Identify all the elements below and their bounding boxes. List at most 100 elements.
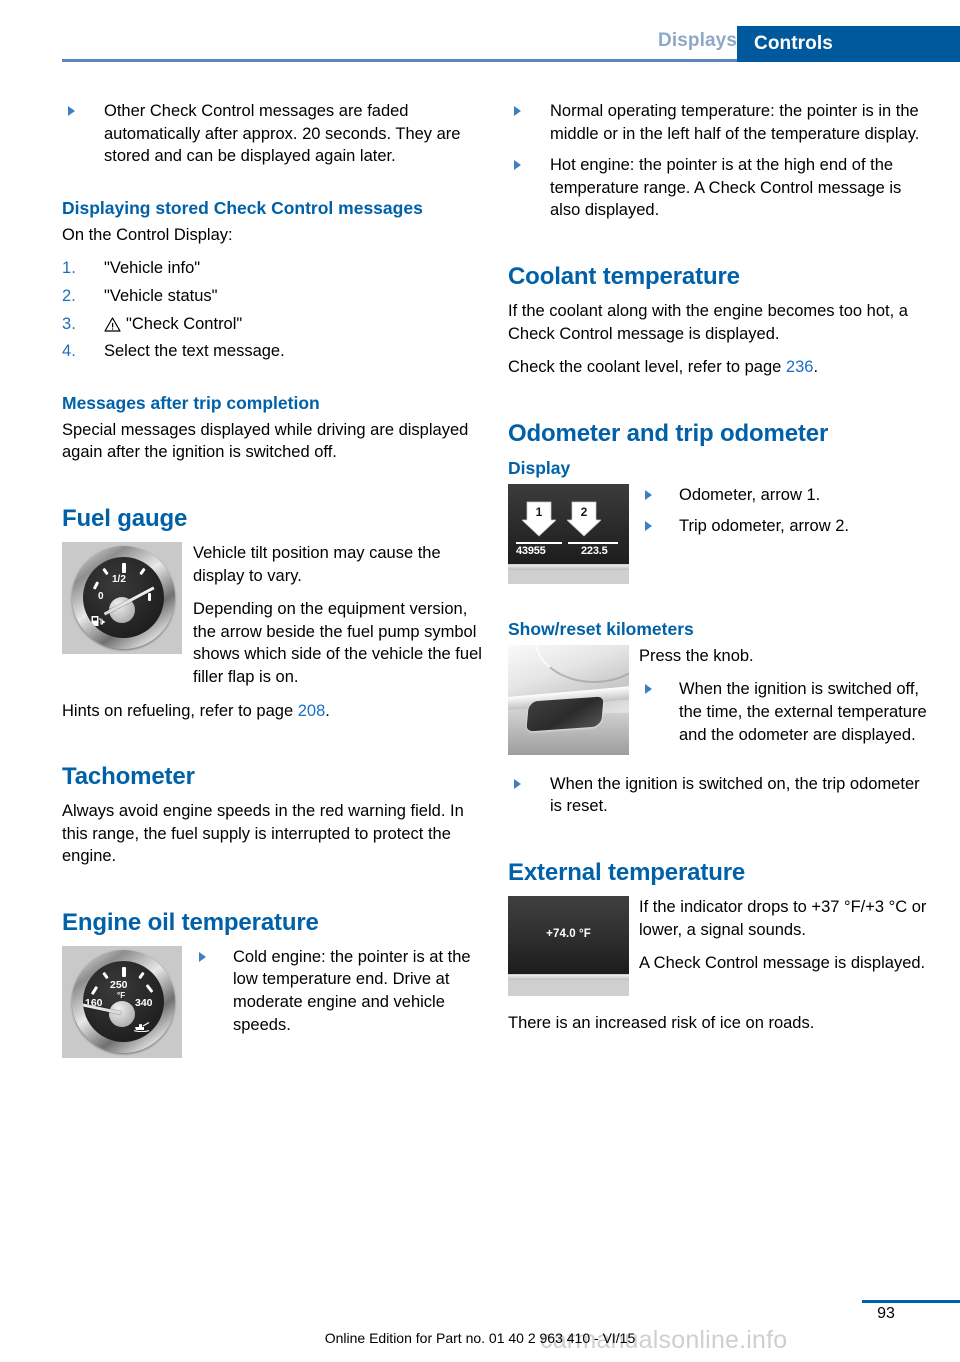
list-item: Select the text message. [62, 340, 482, 363]
list-item-text: When the ignition is switched off, the t… [679, 680, 927, 744]
list-item: "Vehicle info" [62, 257, 482, 280]
after-trip-body: Special messages displayed while driving… [62, 420, 469, 462]
external-temp-para-3: There is an increased risk of ice on roa… [508, 1013, 815, 1032]
reset-knob-button-shape [526, 696, 604, 732]
tab-controls[interactable]: Controls [737, 26, 960, 62]
list-item: When the ignition is switched off, the t… [639, 678, 928, 746]
list-item: When the ignition is switched on, the tr… [508, 773, 928, 818]
list-item-text: Normal operating temperature: the pointe… [550, 102, 920, 143]
fuel-gauge-image: 1/2 0 [62, 541, 182, 654]
page-ref-prefix: Hints on refueling, refer to page [62, 701, 298, 720]
bullet-triangle-icon [645, 489, 652, 500]
bullet-triangle-icon [514, 106, 521, 116]
external-temperature-figure-row: +74.0 °F If the indicator drops to +37 °… [508, 895, 928, 1002]
fuel-gauge-para-2: Depending on the equipment version, the … [193, 600, 482, 686]
bullet-triangle-icon [645, 684, 652, 695]
heading-engine-oil-temperature: Engine oil temperature [62, 908, 319, 936]
press-the-knob-text: Press the knob. [639, 646, 754, 665]
left-column: Other Check Control messages are faded a… [62, 100, 482, 1074]
coolant-body: If the coolant along with the engine bec… [508, 301, 908, 343]
list-item: Odometer, arrow 1. [639, 484, 928, 507]
reset-knob-image [508, 644, 629, 755]
external-temp-para-1: If the indicator drops to +37 °F/+3 °C o… [639, 897, 927, 939]
heading-external-temperature: External temperature [508, 858, 746, 886]
heading-messages-after-trip-completion: Messages after trip completion [62, 392, 320, 413]
list-item: Trip odometer, arrow 2. [639, 515, 928, 538]
heading-displaying-stored-check-control-messages: Displaying stored Check Control messages [62, 197, 423, 218]
list-item: Hot engine: the pointer is at the high e… [508, 154, 928, 222]
heading-show-reset-kilometers: Show/reset kilometers [508, 618, 694, 639]
list-item-text: "Vehicle info" [104, 259, 201, 278]
coolant-page-reference: Check the coolant level, refer to page 2… [508, 356, 928, 379]
odometer-value: 43955 [516, 544, 546, 557]
heading-odometer-and-trip-odometer: Odometer and trip odometer [508, 419, 829, 447]
heading-tachometer: Tachometer [62, 763, 195, 791]
oil-gauge-mid-label: 250 [110, 978, 128, 991]
odometer-arrow-1: 1 [521, 500, 557, 538]
show-reset-figure-text: Press the knob. When the ignition is swi… [639, 645, 928, 746]
list-item: Normal operating temperature: the pointe… [508, 100, 928, 145]
heading-display: Display [508, 457, 571, 478]
tachometer-body: Always avoid engine speeds in the red wa… [62, 802, 464, 866]
list-item-text: Cold engine: the pointer is at the low t… [233, 947, 471, 1034]
heading-fuel-gauge: Fuel gauge [62, 504, 188, 532]
odometer-arrow-1-number: 1 [535, 504, 543, 519]
engine-oil-figure-row: 250 °F 160 340 Cold engine: the pointer … [62, 945, 482, 1064]
list-item: "Check Control" [62, 313, 482, 336]
right-column: Normal operating temperature: the pointe… [508, 100, 928, 1046]
odometer-figure-row: 1 2 43955 223.5 Odometer, arrow 1. Trip … [508, 483, 928, 590]
bullet-triangle-icon [645, 521, 652, 532]
bullet-triangle-icon [68, 106, 75, 116]
temperature-bullet-list: Normal operating temperature: the pointe… [508, 100, 928, 222]
page-ref-suffix: . [325, 701, 330, 720]
list-item-text: "Check Control" [126, 314, 243, 333]
oil-gauge-high-label: 340 [135, 996, 153, 1009]
fuel-gauge-half-label: 1/2 [112, 573, 126, 585]
page-ref-number[interactable]: 236 [786, 358, 814, 376]
bullet-triangle-icon [199, 951, 206, 962]
check-control-bullet-list: Other Check Control messages are faded a… [62, 100, 482, 168]
engine-oil-figure-text: Cold engine: the pointer is at the low t… [193, 946, 482, 1036]
fuel-gauge-page-reference: Hints on refueling, refer to page 208. [62, 700, 482, 723]
heading-coolant-temperature: Coolant temperature [508, 262, 740, 290]
page-ref-suffix: . [813, 358, 819, 377]
list-item-text: Odometer, arrow 1. [679, 485, 821, 504]
odometer-arrow-2: 2 [566, 500, 602, 538]
list-item-text: "Vehicle status" [104, 286, 218, 305]
page-ref-prefix: Check the coolant level, refer to page [508, 358, 786, 377]
footer-edition-text: Online Edition for Part no. 01 40 2 963 … [324, 1330, 636, 1346]
tab-displays[interactable]: Displays [658, 30, 737, 52]
show-reset-bullet-list: When the ignition is switched off, the t… [639, 678, 928, 746]
header-rule [62, 59, 737, 62]
engine-oil-temperature-gauge-image: 250 °F 160 340 [62, 945, 182, 1058]
control-display-intro: On the Control Display: [62, 225, 233, 244]
show-reset-bullet-list-2: When the ignition is switched on, the tr… [508, 773, 928, 818]
page-ref-number[interactable]: 208 [298, 702, 326, 720]
footer-rule [862, 1300, 960, 1303]
stored-messages-steps: "Vehicle info" "Vehicle status" "Check C… [62, 257, 482, 362]
list-item-text: Hot engine: the pointer is at the high e… [550, 156, 902, 220]
external-temperature-figure-text: If the indicator drops to +37 °F/+3 °C o… [639, 896, 928, 975]
oil-gauge-unit-label: °F [117, 990, 126, 1000]
odometer-bullet-list: Odometer, arrow 1. Trip odometer, arrow … [639, 484, 928, 538]
fuel-gauge-figure-row: 1/2 0 Vehicle tilt position may cause th… [62, 541, 482, 689]
fuel-gauge-figure-text: Vehicle tilt position may cause the disp… [193, 542, 482, 689]
oil-can-icon [133, 1019, 151, 1032]
warning-triangle-icon [104, 316, 121, 332]
odometer-arrow-2-number: 2 [580, 504, 588, 519]
list-item: Other Check Control messages are faded a… [62, 100, 482, 168]
bullet-triangle-icon [514, 160, 521, 171]
fuel-pump-icon [91, 615, 106, 628]
tab-controls-label: Controls [754, 33, 833, 54]
list-item-text: Other Check Control messages are faded a… [104, 102, 461, 166]
page-number: 93 [877, 1305, 895, 1322]
list-item-text: When the ignition is switched on, the tr… [550, 774, 920, 816]
trip-odometer-value: 223.5 [581, 544, 608, 557]
